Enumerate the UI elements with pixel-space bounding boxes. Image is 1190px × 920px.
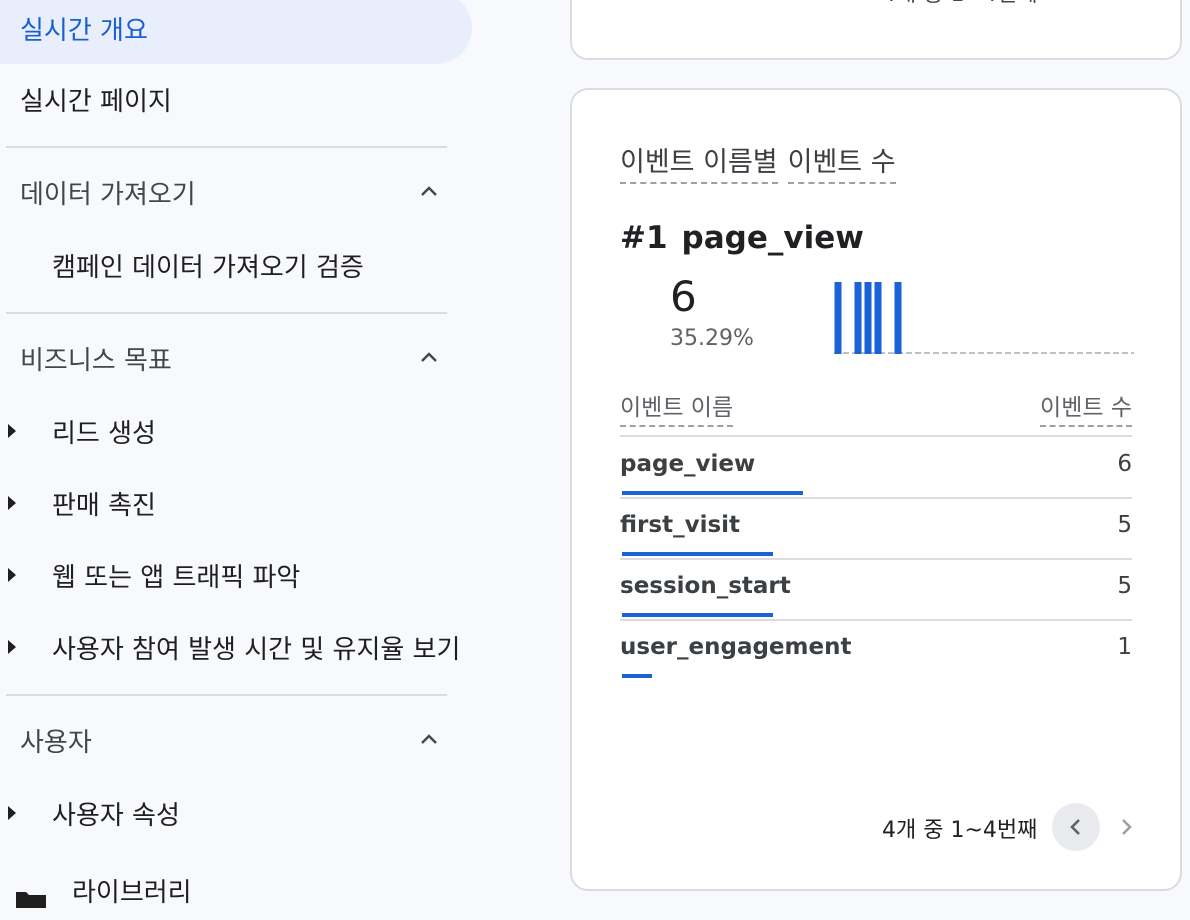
top-event-heading: #1 page_view — [620, 220, 864, 256]
event-name-cell: first_visit — [620, 512, 741, 538]
nav-user-attributes[interactable]: 사용자 속성 — [0, 777, 180, 849]
chevron-left-icon[interactable] — [1070, 0, 1094, 2]
prev-page-button[interactable] — [1052, 803, 1100, 851]
nav-realtime-pages[interactable]: 실시간 페이지 — [0, 63, 172, 135]
nav-drive-sales[interactable]: 판매 촉진 — [0, 467, 156, 539]
title-dimension[interactable]: 이벤트 이름별 — [620, 147, 778, 184]
chevron-left-icon — [1070, 819, 1080, 835]
sidebar: 실시간 개요 실시간 페이지 데이터 가져오기 캠페인 데이터 가져오기 검증 … — [0, 0, 475, 908]
event-name-cell: user_engagement — [620, 634, 852, 660]
table-row[interactable]: session_start 5 — [620, 559, 1132, 621]
chevron-up-icon — [421, 186, 437, 196]
event-count-card: 이벤트 이름별 이벤트 수 #1 page_view 6 35.29% 이벤트 이름… — [570, 88, 1182, 891]
nav-library[interactable]: 라이브러리 — [72, 860, 192, 920]
share-bar — [622, 613, 773, 617]
sparkline-chart — [834, 282, 1134, 354]
sparkline-bar — [834, 282, 842, 354]
chevron-up-icon — [421, 352, 437, 362]
section-data-import[interactable]: 데이터 가져오기 — [0, 156, 447, 228]
nav-web-app-traffic[interactable]: 웹 또는 앱 트래픽 파악 — [0, 539, 300, 611]
top-event-percent: 35.29% — [670, 326, 754, 351]
event-count-cell: 1 — [1117, 634, 1132, 660]
title-metric[interactable]: 이벤트 수 — [787, 147, 896, 184]
section-title: 사용자 — [20, 727, 92, 758]
table-row[interactable]: page_view 6 — [620, 437, 1132, 499]
share-bar — [622, 491, 803, 495]
folder-icon — [16, 892, 46, 908]
section-business-goals[interactable]: 비즈니스 목표 — [0, 322, 447, 394]
top-card: 4개 중 1~4번째 — [570, 0, 1182, 60]
column-header-event-name[interactable]: 이벤트 이름 — [620, 388, 734, 427]
event-count-cell: 5 — [1117, 512, 1132, 538]
sparkline-bar — [874, 282, 882, 354]
divider — [6, 146, 447, 148]
table-row[interactable]: user_engagement 1 — [620, 620, 1132, 681]
table-row[interactable]: first_visit 5 — [620, 498, 1132, 560]
section-title: 비즈니스 목표 — [20, 345, 172, 376]
rank-label: #1 — [620, 220, 668, 256]
share-bar — [622, 552, 773, 556]
next-page-button[interactable] — [1102, 803, 1150, 851]
divider — [6, 694, 447, 696]
pager-text: 4개 중 1~4번째 — [882, 818, 1038, 843]
chevron-up-icon — [421, 734, 437, 744]
event-name-cell: page_view — [620, 451, 756, 477]
top-event-value: 6 — [670, 272, 697, 321]
nav-lead-generation[interactable]: 리드 생성 — [0, 395, 156, 467]
section-user[interactable]: 사용자 — [0, 704, 447, 776]
share-bar — [622, 674, 652, 678]
nav-campaign-import-validation[interactable]: 캠페인 데이터 가져오기 검증 — [0, 229, 364, 301]
nav-engagement-retention[interactable]: 사용자 참여 발생 시간 및 유지율 보기 — [0, 611, 460, 683]
sparkline-bar — [864, 282, 872, 354]
event-count-cell: 5 — [1117, 573, 1132, 599]
event-count-cell: 6 — [1117, 451, 1132, 477]
card-title: 이벤트 이름별 이벤트 수 — [620, 140, 906, 184]
sparkline-bar — [854, 282, 862, 354]
top-event-name: page_view — [681, 220, 864, 256]
divider — [6, 312, 447, 314]
top-pager-text: 4개 중 1~4번째 — [882, 0, 1037, 8]
chevron-right-icon — [1122, 819, 1132, 835]
nav-realtime-overview[interactable]: 실시간 개요 — [0, 0, 472, 64]
event-name-cell: session_start — [620, 573, 791, 599]
column-header-event-count[interactable]: 이벤트 수 — [1040, 388, 1132, 427]
section-title: 데이터 가져오기 — [20, 179, 196, 210]
sparkline-bar — [894, 282, 902, 354]
chevron-right-icon[interactable] — [1112, 0, 1136, 2]
